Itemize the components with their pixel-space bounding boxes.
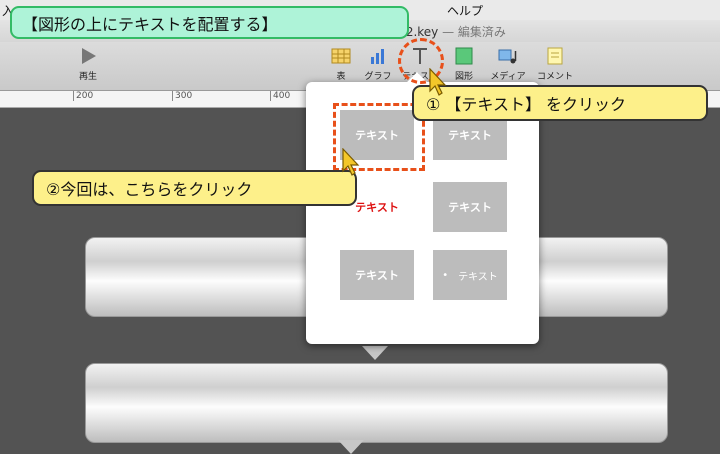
media-button[interactable]: メディア — [486, 46, 530, 86]
bullet-glyph: • — [442, 269, 449, 281]
callout-step2: ②今回は、こちらをクリック — [32, 170, 357, 206]
rounded-shape-bottom[interactable] — [85, 363, 668, 443]
cursor-pointer-icon — [429, 68, 447, 96]
text-style-option-6-label: テキスト — [458, 271, 498, 283]
shape-label: 図形 — [454, 72, 473, 82]
media-label: メディア — [490, 72, 526, 82]
play-label: 再生 — [78, 72, 97, 82]
comment-label: コメント — [536, 72, 573, 82]
ruler-tick: 400 — [270, 91, 290, 101]
shape-button[interactable]: 図形 — [442, 46, 486, 86]
chart-button[interactable]: グラフ — [356, 46, 400, 86]
media-icon — [498, 49, 517, 64]
ruler-tick: 300 — [172, 91, 192, 101]
text-style-option-6[interactable]: • テキスト — [433, 250, 507, 300]
shape-notch — [362, 346, 388, 360]
text-style-option-4[interactable]: テキスト — [433, 182, 507, 232]
callout-step1: ① 【テキスト】 をクリック — [412, 85, 708, 121]
chart-icon — [371, 49, 384, 64]
shape-icon — [455, 47, 473, 65]
comment-button[interactable]: コメント — [533, 46, 577, 86]
table-icon — [331, 48, 351, 64]
tutorial-title: 【図形の上にテキストを配置する】 — [10, 6, 409, 39]
play-icon — [82, 48, 96, 64]
menu-item-help[interactable]: ヘルプ — [447, 2, 483, 19]
text-style-option-5[interactable]: テキスト — [340, 250, 414, 300]
play-button[interactable]: 再生 — [66, 46, 110, 86]
shape-notch — [338, 440, 364, 454]
chart-label: グラフ — [364, 72, 392, 82]
window-title-suffix: — 編集済み — [438, 25, 506, 39]
comment-icon — [547, 47, 563, 65]
cursor-pointer-icon — [342, 148, 360, 176]
ruler-tick: 200 — [73, 91, 93, 101]
